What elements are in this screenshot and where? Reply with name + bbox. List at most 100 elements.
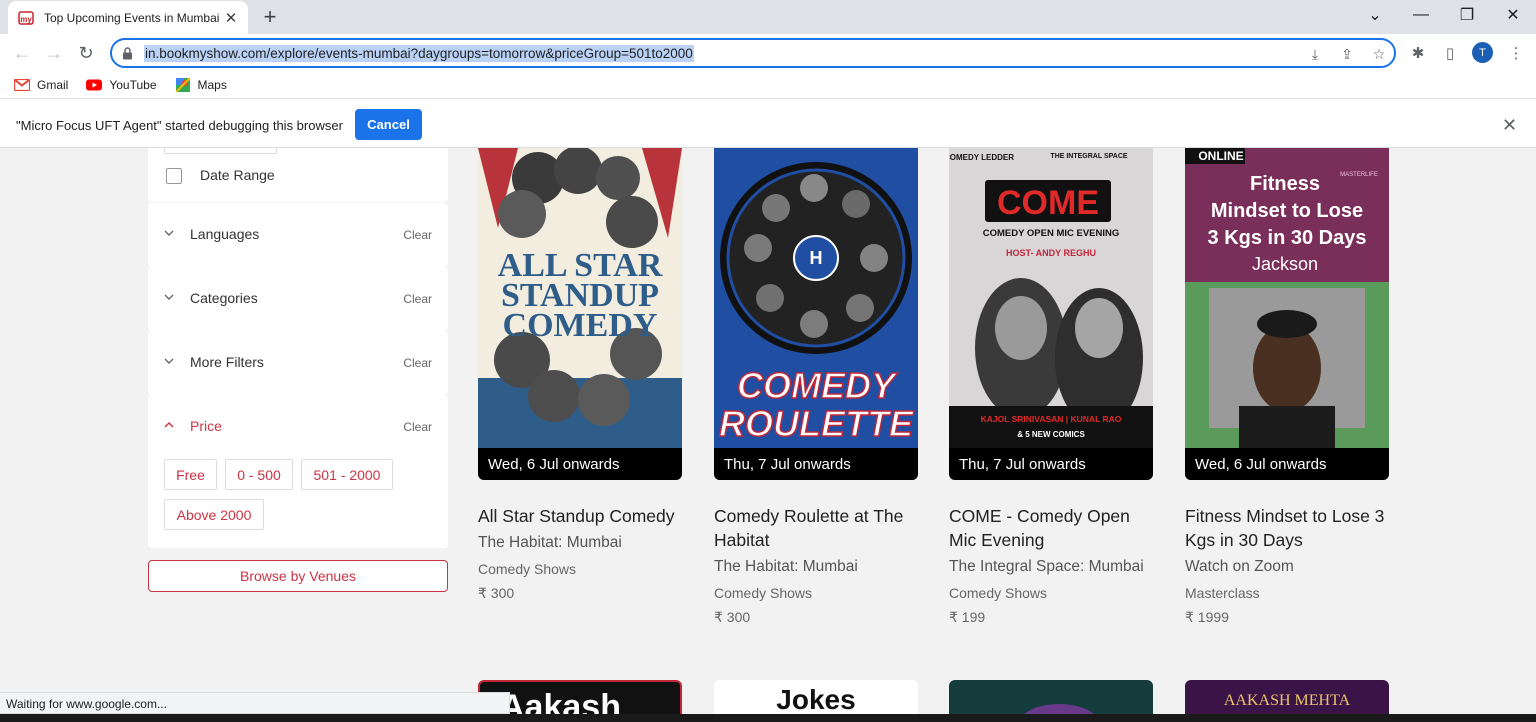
event-venue: The Habitat: Mumbai (714, 558, 858, 575)
languages-filter-card: Languages Clear (148, 203, 448, 267)
event-title[interactable]: All Star Standup Comedy (478, 504, 688, 528)
event-poster[interactable]: ONLINE MASTERLIFE Fitness Mindset to Los… (1185, 148, 1389, 480)
svg-text:my: my (20, 15, 32, 24)
categories-filter-card: Categories Clear (148, 267, 448, 331)
price-filter-header[interactable]: Price Clear (148, 395, 448, 459)
back-icon[interactable]: ← (9, 40, 35, 66)
filter-title: More Filters (190, 354, 264, 370)
tab-close-icon[interactable]: ✕ (222, 9, 240, 27)
new-tab-icon[interactable]: + (258, 4, 282, 29)
more-filters-header[interactable]: More Filters Clear (148, 331, 448, 395)
youtube-icon (86, 78, 103, 92)
poster-line-5: HOST- ANDY REGHU (1006, 248, 1096, 258)
event-venue: Watch on Zoom (1185, 558, 1294, 575)
window-close-icon[interactable]: ✕ (1490, 0, 1536, 30)
languages-filter-header[interactable]: Languages Clear (148, 203, 448, 267)
restore-icon[interactable]: ❐ (1444, 0, 1490, 30)
poster-line-6: KAJOL SRINIVASAN | KUNAL RAO (981, 414, 1122, 424)
cancel-debugging-button[interactable]: Cancel (355, 109, 422, 140)
poster-line-3: Fitness (1250, 173, 1320, 195)
bookmark-label: YouTube (109, 78, 157, 92)
extensions-icon[interactable]: ✱ (1408, 43, 1428, 63)
event-card[interactable]: Jokes (714, 680, 918, 714)
install-icon[interactable]: ⤓ (1305, 44, 1325, 64)
event-title[interactable]: Fitness Mindset to Lose 3 Kgs in 30 Days (1185, 504, 1395, 552)
bookmark-youtube[interactable]: YouTube (86, 78, 157, 92)
bookmark-gmail[interactable]: Gmail (14, 78, 68, 92)
gmail-icon (14, 78, 30, 92)
poster-line-2: ROULETTE (719, 403, 914, 444)
event-title[interactable]: COME - Comedy Open Mic Evening (949, 504, 1159, 552)
clear-button[interactable]: Clear (403, 356, 432, 370)
tab-search-icon[interactable]: ⌄ (1352, 0, 1398, 30)
debugging-infobar: "Micro Focus UFT Agent" started debuggin… (0, 98, 1536, 148)
minimize-icon[interactable]: — (1398, 0, 1444, 30)
categories-filter-header[interactable]: Categories Clear (148, 267, 448, 331)
more-filters-card: More Filters Clear (148, 331, 448, 395)
browser-toolbar: ← → ↻ in.bookmyshow.com/explore/events-m… (0, 34, 1536, 72)
bookmark-label: Gmail (37, 78, 69, 92)
reload-icon[interactable]: ↻ (73, 40, 99, 66)
filter-title: Price (190, 418, 222, 434)
bookmark-star-icon[interactable]: ☆ (1369, 44, 1389, 64)
menu-icon[interactable]: ⋮ (1506, 43, 1526, 63)
date-range-label: Date Range (200, 167, 275, 183)
event-card[interactable] (949, 680, 1153, 714)
chevron-down-icon (163, 291, 175, 303)
price-option-0-500[interactable]: 0 - 500 (225, 459, 293, 490)
share-icon[interactable]: ⇪ (1337, 44, 1357, 64)
side-panel-icon[interactable]: ▯ (1440, 43, 1460, 63)
poster-line-2: THE INTEGRAL SPACE (1050, 153, 1127, 160)
event-date: Wed, 6 Jul onwards (1185, 448, 1389, 480)
event-title[interactable]: Comedy Roulette at The Habitat (714, 504, 924, 552)
price-option-501-2000[interactable]: 501 - 2000 (301, 459, 393, 490)
forward-icon[interactable]: → (41, 40, 67, 66)
event-category: Comedy Shows (714, 585, 813, 601)
poster-text: Jokes (776, 684, 856, 714)
maps-icon (175, 78, 191, 92)
poster-line-3: COMEDY (503, 307, 658, 344)
infobar-close-icon[interactable]: ✕ (1502, 115, 1517, 136)
chevron-down-icon (163, 355, 175, 367)
poster-line-1: ONLINE (1198, 149, 1243, 163)
event-category: Comedy Shows (478, 561, 577, 577)
price-filter-card: Price Clear Free 0 - 500 501 - 2000 Abov… (148, 395, 448, 548)
event-card[interactable]: AAKASH MEHTA (1185, 680, 1389, 714)
profile-avatar[interactable]: T (1472, 42, 1493, 63)
url-text[interactable]: in.bookmyshow.com/explore/events-mumbai?… (144, 44, 694, 62)
poster-shape (1019, 704, 1099, 714)
lock-icon[interactable] (120, 46, 134, 60)
filter-title: Categories (190, 290, 258, 306)
price-option-free[interactable]: Free (164, 459, 217, 490)
browser-tab[interactable]: my Top Upcoming Events in Mumbai ✕ (8, 1, 248, 34)
bookmarks-bar: Gmail YouTube Maps (0, 72, 1536, 98)
clear-button[interactable]: Clear (403, 228, 432, 242)
svg-text:H: H (810, 248, 823, 268)
poster-line-3: COME (997, 184, 1099, 222)
clear-button[interactable]: Clear (403, 292, 432, 306)
event-price: ₹ 1999 (1185, 609, 1229, 625)
poster-line-4: Mindset to Lose (1211, 200, 1363, 222)
browse-by-venues-button[interactable]: Browse by Venues (148, 560, 448, 592)
price-option-above-2000[interactable]: Above 2000 (164, 499, 264, 530)
event-poster[interactable]: ALL STAR STANDUP COMEDY Wed, 6 Jul onwar… (478, 148, 682, 480)
clear-button[interactable]: Clear (403, 420, 432, 434)
filter-title: Languages (190, 226, 260, 242)
bookmark-maps[interactable]: Maps (175, 78, 227, 92)
poster-line-2: MASTERLIFE (1340, 172, 1378, 178)
infobar-message: "Micro Focus UFT Agent" started debuggin… (16, 118, 343, 133)
event-poster[interactable]: COMEDY LEDDER THE INTEGRAL SPACE COME CO… (949, 148, 1153, 480)
date-pill-partial[interactable] (164, 148, 277, 154)
chevron-up-icon (163, 419, 175, 431)
event-poster[interactable]: H COMEDY ROULETTE Thu, 7 Jul onwards (714, 148, 918, 480)
tab-title: Top Upcoming Events in Mumbai (44, 10, 219, 25)
chevron-down-icon (163, 227, 175, 239)
date-range-checkbox[interactable] (166, 168, 182, 184)
poster-text: AAKASH MEHTA (1223, 692, 1351, 709)
address-bar[interactable]: in.bookmyshow.com/explore/events-mumbai?… (110, 38, 1396, 68)
event-price: ₹ 300 (478, 585, 515, 601)
taskbar (0, 714, 1536, 722)
poster-line-1: COMEDY LEDDER (949, 153, 1014, 162)
page-content: Date Range Languages Clear Categories Cl… (0, 148, 1536, 714)
poster-line-6: Jackson (1252, 254, 1318, 274)
